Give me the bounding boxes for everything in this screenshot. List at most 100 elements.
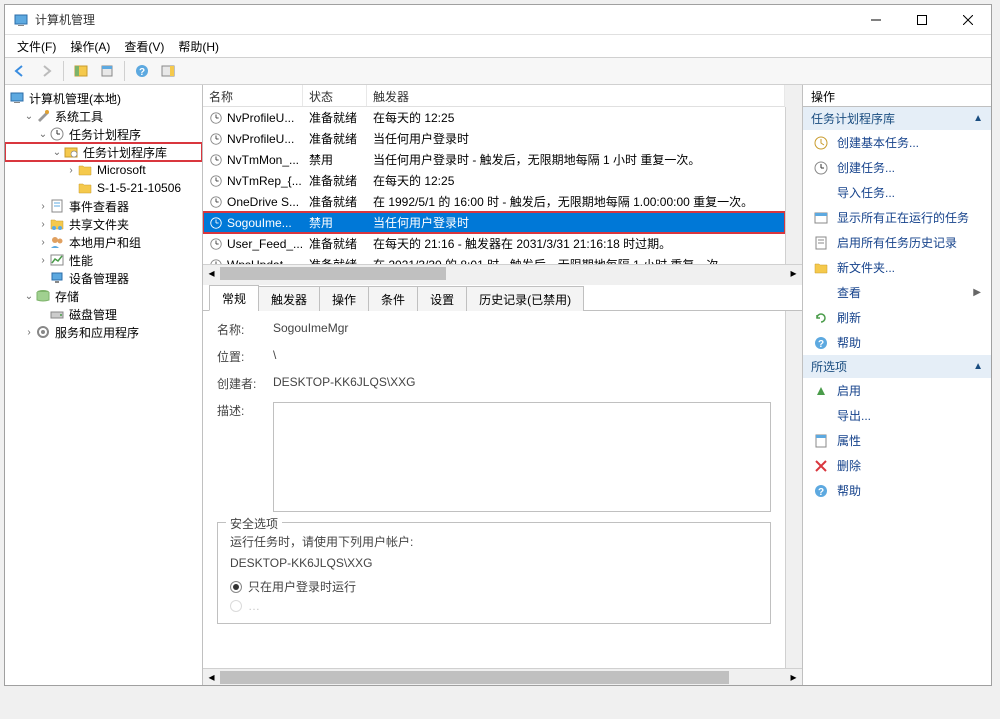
tree-root[interactable]: 计算机管理(本地) [5,89,202,107]
action-export[interactable]: 导出... [803,403,991,428]
action-help-2[interactable]: ? 帮助 [803,478,991,503]
forward-button[interactable] [35,60,57,82]
action-pane-button[interactable] [157,60,179,82]
task-row[interactable]: WpsUpdat...准备就绪在 2021/3/30 的 8:01 时 - 触发… [203,254,785,264]
expand-icon[interactable]: › [37,219,49,230]
tab-history[interactable]: 历史记录(已禁用) [466,286,584,311]
tree-eventviewer[interactable]: › 事件查看器 [5,197,202,215]
center-pane: 名称 状态 触发器 NvProfileU...准备就绪在每天的 12:25NvP… [203,85,803,685]
radio-hidden[interactable]: … [230,599,758,613]
toolbar: ? [5,57,991,85]
tree-localusers[interactable]: › 本地用户和组 [5,233,202,251]
task-row[interactable]: NvTmRep_{...准备就绪在每天的 12:25 [203,170,785,191]
action-help-1[interactable]: ? 帮助 [803,330,991,355]
action-delete[interactable]: 删除 [803,453,991,478]
tree-scheduler-library[interactable]: ⌄ 任务计划程序库 [5,143,202,161]
properties-icon [813,433,829,449]
action-label: 帮助 [837,334,861,351]
description-textarea[interactable] [273,402,771,512]
tab-triggers[interactable]: 触发器 [258,286,320,311]
expand-icon[interactable]: ⌄ [51,147,63,158]
scroll-left-icon[interactable]: ◂ [203,669,220,685]
menubar: 文件(F) 操作(A) 查看(V) 帮助(H) [5,35,991,57]
svg-text:?: ? [818,339,824,350]
tree-diskmgmt[interactable]: 磁盘管理 [5,305,202,323]
expand-icon[interactable]: › [37,201,49,212]
creator-label: 创建者: [217,375,273,392]
tree-scheduler[interactable]: ⌄ 任务计划程序 [5,125,202,143]
refresh-icon [813,310,829,326]
expand-icon[interactable]: › [37,237,49,248]
collapse-icon[interactable]: ▲ [973,113,983,124]
radio-logon-only[interactable]: 只在用户登录时运行 [230,578,758,595]
action-new-folder[interactable]: 新文件夹... [803,255,991,280]
tree-pane[interactable]: 计算机管理(本地) ⌄ 系统工具 ⌄ 任务计划程序 ⌄ 任务计划程序库 › Mi… [5,85,203,685]
properties-button[interactable] [96,60,118,82]
column-trigger[interactable]: 触发器 [367,85,785,106]
task-status: 准备就绪 [303,172,367,189]
radio-icon [230,600,242,612]
tree-microsoft[interactable]: › Microsoft [5,161,202,179]
action-view[interactable]: 查看 ▶ [803,280,991,305]
scrollbar-corner [785,85,802,107]
expand-icon[interactable]: ⌄ [23,111,35,122]
action-import-task[interactable]: 导入任务... [803,180,991,205]
expand-icon[interactable]: › [65,165,77,176]
tab-general[interactable]: 常规 [209,285,259,311]
menu-action[interactable]: 操作(A) [64,36,116,57]
action-enable-history[interactable]: 启用所有任务历史记录 [803,230,991,255]
expand-icon[interactable]: › [23,327,35,338]
expand-icon[interactable]: ⌄ [37,129,49,140]
action-create-basic-task[interactable]: 创建基本任务... [803,130,991,155]
tab-conditions[interactable]: 条件 [368,286,418,311]
show-hide-tree-button[interactable] [70,60,92,82]
action-refresh[interactable]: 刷新 [803,305,991,330]
menu-help[interactable]: 帮助(H) [172,36,225,57]
scroll-right-icon[interactable]: ▸ [785,265,802,281]
actions-section-library[interactable]: 任务计划程序库 ▲ [803,107,991,130]
menu-file[interactable]: 文件(F) [11,36,62,57]
task-row[interactable]: NvProfileU...准备就绪当任何用户登录时 [203,128,785,149]
tree-systools[interactable]: ⌄ 系统工具 [5,107,202,125]
actions-section-selected[interactable]: 所选项 ▲ [803,355,991,378]
close-button[interactable] [945,5,991,35]
tree-storage[interactable]: ⌄ 存储 [5,287,202,305]
tree-devmgr[interactable]: 设备管理器 [5,269,202,287]
vertical-scrollbar[interactable] [785,311,802,668]
window-title: 计算机管理 [35,11,853,28]
task-row[interactable]: NvTmMon_...禁用当任何用户登录时 - 触发后，无限期地每隔 1 小时 … [203,149,785,170]
vertical-scrollbar[interactable] [785,107,802,264]
tree-services[interactable]: › 服务和应用程序 [5,323,202,341]
scroll-right-icon[interactable]: ▸ [785,669,802,685]
tab-settings[interactable]: 设置 [417,286,467,311]
horizontal-scrollbar[interactable]: ◂ ▸ [203,264,802,281]
collapse-icon[interactable]: ▲ [973,361,983,372]
action-properties[interactable]: 属性 [803,428,991,453]
task-trigger: 在 2021/3/30 的 8:01 时 - 触发后，无限期地每隔 1 小时 重… [367,256,785,264]
action-create-task[interactable]: 创建任务... [803,155,991,180]
expand-icon[interactable]: ⌄ [23,291,35,302]
maximize-button[interactable] [899,5,945,35]
task-status: 准备就绪 [303,235,367,252]
task-row[interactable]: SogouIme...禁用当任何用户登录时 [203,212,785,233]
column-name[interactable]: 名称 [203,85,303,106]
tree-shared[interactable]: › 共享文件夹 [5,215,202,233]
help-button[interactable]: ? [131,60,153,82]
task-row[interactable]: OneDrive S...准备就绪在 1992/5/1 的 16:00 时 - … [203,191,785,212]
expand-icon[interactable]: › [37,255,49,266]
tree-performance[interactable]: › 性能 [5,251,202,269]
back-button[interactable] [9,60,31,82]
minimize-button[interactable] [853,5,899,35]
tree-sid[interactable]: S-1-5-21-10506 [5,179,202,197]
task-row[interactable]: NvProfileU...准备就绪在每天的 12:25 [203,107,785,128]
column-status[interactable]: 状态 [303,85,367,106]
menu-view[interactable]: 查看(V) [118,36,170,57]
security-account: DESKTOP-KK6JLQS\XXG [230,556,758,570]
action-show-running[interactable]: 显示所有正在运行的任务 [803,205,991,230]
tab-actions[interactable]: 操作 [319,286,369,311]
action-enable[interactable]: 启用 [803,378,991,403]
task-list-body[interactable]: NvProfileU...准备就绪在每天的 12:25NvProfileU...… [203,107,785,264]
scroll-left-icon[interactable]: ◂ [203,265,220,281]
task-row[interactable]: User_Feed_...准备就绪在每天的 21:16 - 触发器在 2031/… [203,233,785,254]
horizontal-scrollbar[interactable]: ◂ ▸ [203,668,802,685]
